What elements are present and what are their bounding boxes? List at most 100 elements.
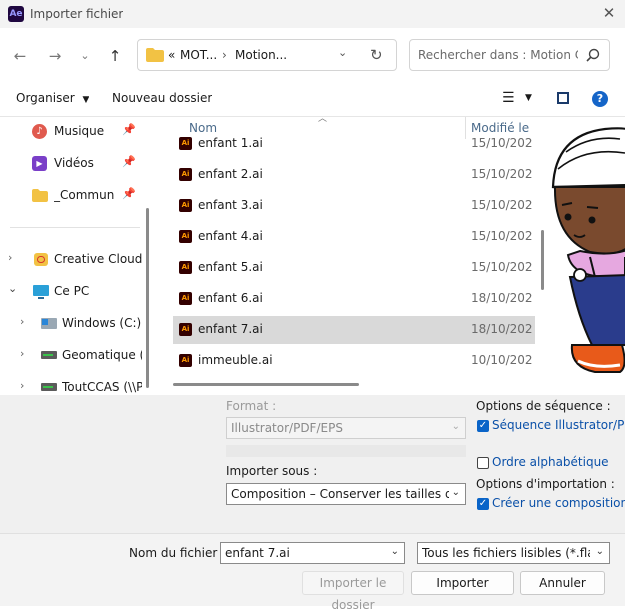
import-button[interactable]: Importer xyxy=(411,571,514,595)
close-icon[interactable]: ✕ xyxy=(600,4,618,22)
illustrator-file-icon: Ai xyxy=(179,354,192,367)
chevron-down-icon: ⌄ xyxy=(595,546,604,557)
table-row[interactable]: Ai enfant 1.ai 15/10/2024 0 xyxy=(173,130,535,158)
pin-icon[interactable]: 📌 xyxy=(122,123,136,136)
illustrator-file-icon: Ai xyxy=(179,230,192,243)
illustrator-file-icon: Ai xyxy=(179,168,192,181)
chevron-down-icon: ⌄ xyxy=(451,487,460,498)
breadcrumb-separator: › xyxy=(222,48,227,62)
file-type-value: Tous les fichiers lisibles (*.fla;*.p xyxy=(422,546,590,560)
file-date: 15/10/2024 1 xyxy=(471,167,533,181)
breadcrumb-item-motion[interactable]: Motion... xyxy=(235,48,287,62)
create-composition-label[interactable]: Créer une composition xyxy=(492,496,625,510)
sidebar-item-musique[interactable]: ♪ Musique 📌 xyxy=(32,123,142,147)
window-title: Importer fichier xyxy=(30,7,124,21)
computer-icon xyxy=(33,285,49,299)
file-date: 18/10/2024 1 xyxy=(471,291,533,305)
sort-ascending-icon: ︿ xyxy=(318,114,328,124)
file-date: 15/10/2024 0 xyxy=(471,260,533,274)
sidebar-item-creative-cloud[interactable]: › Creative Cloud F xyxy=(8,251,143,275)
format-label: Format : xyxy=(226,399,277,413)
back-arrow-icon[interactable]: ← xyxy=(10,46,30,66)
search-icon[interactable] xyxy=(586,48,600,62)
expand-chevron-icon[interactable]: › xyxy=(20,379,24,392)
forward-arrow-icon[interactable]: → xyxy=(45,46,65,66)
sidebar-item-windows-c[interactable]: › Windows (C:) xyxy=(20,315,143,339)
child-illustration-preview xyxy=(551,127,625,373)
expand-chevron-icon[interactable]: › xyxy=(20,315,24,328)
sidebar-item-label: ToutCCAS (\\P xyxy=(62,380,142,394)
file-name: enfant 5.ai xyxy=(198,260,263,274)
filename-value: enfant 7.ai xyxy=(225,546,290,560)
pin-icon[interactable]: 📌 xyxy=(122,155,136,168)
sidebar-divider xyxy=(10,227,140,228)
create-composition-checkbox[interactable]: ✓ xyxy=(477,498,489,510)
preview-pane-icon[interactable] xyxy=(557,92,569,104)
sidebar-item-label: _Commun xyxy=(54,188,115,202)
music-icon: ♪ xyxy=(32,124,47,139)
sidebar-item-label: Ce PC xyxy=(54,284,90,298)
table-row[interactable]: Ai enfant 3.ai 15/10/2024 1 xyxy=(173,192,535,220)
new-folder-button[interactable]: Nouveau dossier xyxy=(112,91,212,105)
sidebar-item-geomatique[interactable]: › Geomatique (\\ xyxy=(20,347,143,371)
sidebar-item-ce-pc[interactable]: ⌄ Ce PC xyxy=(8,282,143,307)
video-icon: ▶ xyxy=(32,156,47,171)
table-row[interactable]: Ai enfant 7.ai 18/10/2024 1 xyxy=(173,316,535,344)
organize-menu[interactable]: Organiser ▼ xyxy=(16,91,89,105)
view-list-icon[interactable]: ☰ xyxy=(502,90,515,106)
file-name: enfant 4.ai xyxy=(198,229,263,243)
expand-chevron-icon[interactable]: › xyxy=(8,251,12,264)
cancel-button[interactable]: Annuler xyxy=(520,571,605,595)
sidebar-scrollbar[interactable] xyxy=(146,208,149,388)
refresh-icon[interactable]: ↻ xyxy=(370,46,383,64)
address-dropdown-icon[interactable]: ⌄ xyxy=(338,46,347,59)
table-row[interactable]: Ai immeuble.ai 10/10/2024 1 xyxy=(173,347,535,375)
format-value: Illustrator/PDF/EPS xyxy=(231,421,343,435)
expand-chevron-icon[interactable]: › xyxy=(20,347,24,360)
import-options-title: Options d'importation : xyxy=(476,477,615,491)
chevron-down-icon[interactable]: ⌄ xyxy=(391,546,399,557)
creative-cloud-icon xyxy=(34,253,48,266)
table-row[interactable]: Ai enfant 6.ai 18/10/2024 1 xyxy=(173,285,535,313)
sidebar-item-label: Windows (C:) xyxy=(62,316,142,330)
filename-input[interactable]: enfant 7.ai ⌄ xyxy=(220,542,405,564)
sequence-checkbox-label[interactable]: Séquence Illustrator/PDF xyxy=(492,418,625,432)
sidebar-item-commun[interactable]: _Commun 📌 xyxy=(32,187,142,211)
view-options-triangle-icon[interactable]: ▼ xyxy=(525,93,532,103)
address-bar[interactable]: « MOT... › Motion... ⌄ ↻ xyxy=(137,39,397,71)
help-icon[interactable]: ? xyxy=(592,91,608,107)
table-row[interactable]: Ai enfant 5.ai 15/10/2024 0 xyxy=(173,254,535,282)
alphabetical-order-checkbox[interactable] xyxy=(477,457,489,469)
search-placeholder: Rechercher dans : Motion C... xyxy=(418,48,578,62)
sidebar-item-label: Musique xyxy=(54,124,105,138)
sequence-checkbox[interactable]: ✓ xyxy=(477,420,489,432)
sidebar-item-videos[interactable]: ▶ Vidéos 📌 xyxy=(32,155,142,179)
recent-locations-chevron-icon[interactable]: ⌄ xyxy=(75,46,95,66)
illustrator-file-icon: Ai xyxy=(179,292,192,305)
file-list-horizontal-scrollbar[interactable] xyxy=(173,383,359,386)
illustrator-file-icon: Ai xyxy=(179,137,192,150)
file-date: 15/10/2024 0 xyxy=(471,136,533,150)
breadcrumb-item-mot[interactable]: MOT... xyxy=(180,48,217,62)
file-date: 10/10/2024 1 xyxy=(471,353,533,367)
file-name: enfant 7.ai xyxy=(198,322,263,336)
file-type-select[interactable]: Tous les fichiers lisibles (*.fla;*.p ⌄ xyxy=(417,542,610,564)
alphabetical-order-label[interactable]: Ordre alphabétique xyxy=(492,455,609,469)
import-as-label: Importer sous : xyxy=(226,464,318,478)
import-as-select[interactable]: Composition – Conserver les tailles de c… xyxy=(226,483,466,505)
format-detail-bar xyxy=(226,445,466,457)
table-row[interactable]: Ai enfant 2.ai 15/10/2024 1 xyxy=(173,161,535,189)
collapse-chevron-icon[interactable]: ⌄ xyxy=(8,282,17,295)
navigation-pane: ♪ Musique 📌 ▶ Vidéos 📌 _Commun 📌 › Creat… xyxy=(0,117,145,395)
pin-icon[interactable]: 📌 xyxy=(122,187,136,200)
up-arrow-icon[interactable]: ↑ xyxy=(105,46,125,66)
table-row[interactable]: Ai enfant 4.ai 15/10/2024 1 xyxy=(173,223,535,251)
preview-pane xyxy=(550,117,625,395)
import-folder-button[interactable]: Importer le dossier xyxy=(302,571,404,612)
breadcrumb-overflow[interactable]: « xyxy=(168,48,175,62)
format-select[interactable]: Illustrator/PDF/EPS ⌄ xyxy=(226,417,466,439)
illustrator-file-icon: Ai xyxy=(179,261,192,274)
network-drive-icon xyxy=(41,351,57,359)
file-list-vertical-scrollbar[interactable] xyxy=(541,230,544,290)
search-box[interactable]: Rechercher dans : Motion C... xyxy=(409,39,610,71)
